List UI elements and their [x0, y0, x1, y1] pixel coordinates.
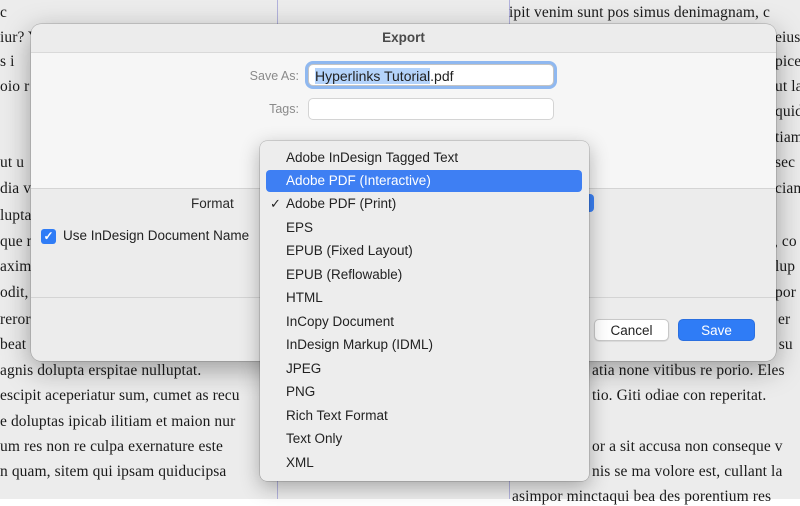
- body-text-line: e doluptas ipicab ilitiam et maion nur: [0, 413, 236, 430]
- body-text-line: oio r: [0, 78, 30, 95]
- body-text-line: sec: [775, 154, 796, 171]
- format-option-rtf[interactable]: Rich Text Format: [266, 405, 582, 427]
- format-option-xml[interactable]: XML: [266, 452, 582, 474]
- format-option-pdf-interactive[interactable]: Adobe PDF (Interactive): [266, 170, 582, 192]
- cancel-button[interactable]: Cancel: [594, 319, 669, 341]
- format-option-pdf-print[interactable]: ✓ Adobe PDF (Print): [266, 193, 582, 215]
- body-text-line: que n: [0, 233, 35, 250]
- body-text-line: picen: [775, 53, 800, 70]
- body-text-line: odit,: [0, 284, 29, 301]
- use-document-name-checkbox[interactable]: ✓: [41, 229, 56, 244]
- body-text-line: nis se ma volore est, cullant la: [592, 463, 783, 480]
- format-option-epub-reflowable[interactable]: EPUB (Reflowable): [266, 264, 582, 286]
- body-text-line: eius u: [775, 29, 800, 46]
- body-text-line: tiam: [775, 129, 800, 146]
- format-label: Format: [191, 196, 234, 211]
- body-text-line: ut la: [775, 78, 800, 95]
- tags-input[interactable]: [308, 98, 554, 120]
- body-text-line: or a sit accusa non conseque v: [592, 438, 783, 455]
- body-text-line: atia none vitibus re porio. Eles: [592, 362, 785, 379]
- body-text-line: asimpor minctaqui bea des porentium res: [512, 488, 772, 505]
- body-text-line: lup: [775, 258, 796, 275]
- save-button[interactable]: Save: [678, 319, 755, 341]
- format-option-idml[interactable]: InDesign Markup (IDML): [266, 334, 582, 356]
- filename-selected-text: Hyperlinks Tutorial: [315, 68, 431, 84]
- body-text-line: ciam: [775, 180, 800, 197]
- body-text-line: ut u: [0, 154, 25, 171]
- filename-input[interactable]: Hyperlinks Tutorial.pdf: [308, 64, 554, 86]
- filename-extension: .pdf: [430, 68, 454, 84]
- format-option-incopy[interactable]: InCopy Document: [266, 311, 582, 333]
- body-text-line: um res non re culpa exernature este: [0, 438, 223, 455]
- format-option-png[interactable]: PNG: [266, 381, 582, 403]
- body-text-line: c: [0, 4, 7, 21]
- format-option-tagged-text[interactable]: Adobe InDesign Tagged Text: [266, 147, 582, 169]
- body-text-line: s i: [0, 53, 15, 70]
- body-text-line: ipit venim sunt pos simus denimagnam, c: [509, 4, 770, 21]
- body-text-line: axim: [0, 258, 32, 275]
- format-dropdown-menu: Adobe InDesign Tagged Text Adobe PDF (In…: [260, 141, 589, 481]
- body-text-line: agnis dolupta erspitae nulluptat.: [0, 362, 202, 379]
- use-document-name-label[interactable]: Use InDesign Document Name: [63, 228, 249, 243]
- body-text-line: tio. Giti odiae con reperitat.: [592, 387, 767, 404]
- body-text-line: escipit aceperiatur sum, cumet as recu: [0, 387, 240, 404]
- body-text-line: er: [778, 311, 791, 328]
- body-text-line: beat: [0, 336, 27, 353]
- body-text-line: quid: [775, 103, 800, 120]
- body-text-line: dia v: [0, 180, 32, 197]
- dialog-title: Export: [382, 30, 425, 45]
- format-option-text-only[interactable]: Text Only: [266, 428, 582, 450]
- format-option-epub-fixed[interactable]: EPUB (Fixed Layout): [266, 240, 582, 262]
- format-option-html[interactable]: HTML: [266, 287, 582, 309]
- save-as-label: Save As:: [249, 69, 299, 83]
- checkmark-icon: ✓: [270, 196, 281, 211]
- tags-label: Tags:: [269, 102, 299, 116]
- body-text-line: n quam, sitem qui ipsam quiducipsa: [0, 463, 227, 480]
- body-text-line: por: [775, 284, 796, 301]
- format-option-eps[interactable]: EPS: [266, 217, 582, 239]
- format-option-jpeg[interactable]: JPEG: [266, 358, 582, 380]
